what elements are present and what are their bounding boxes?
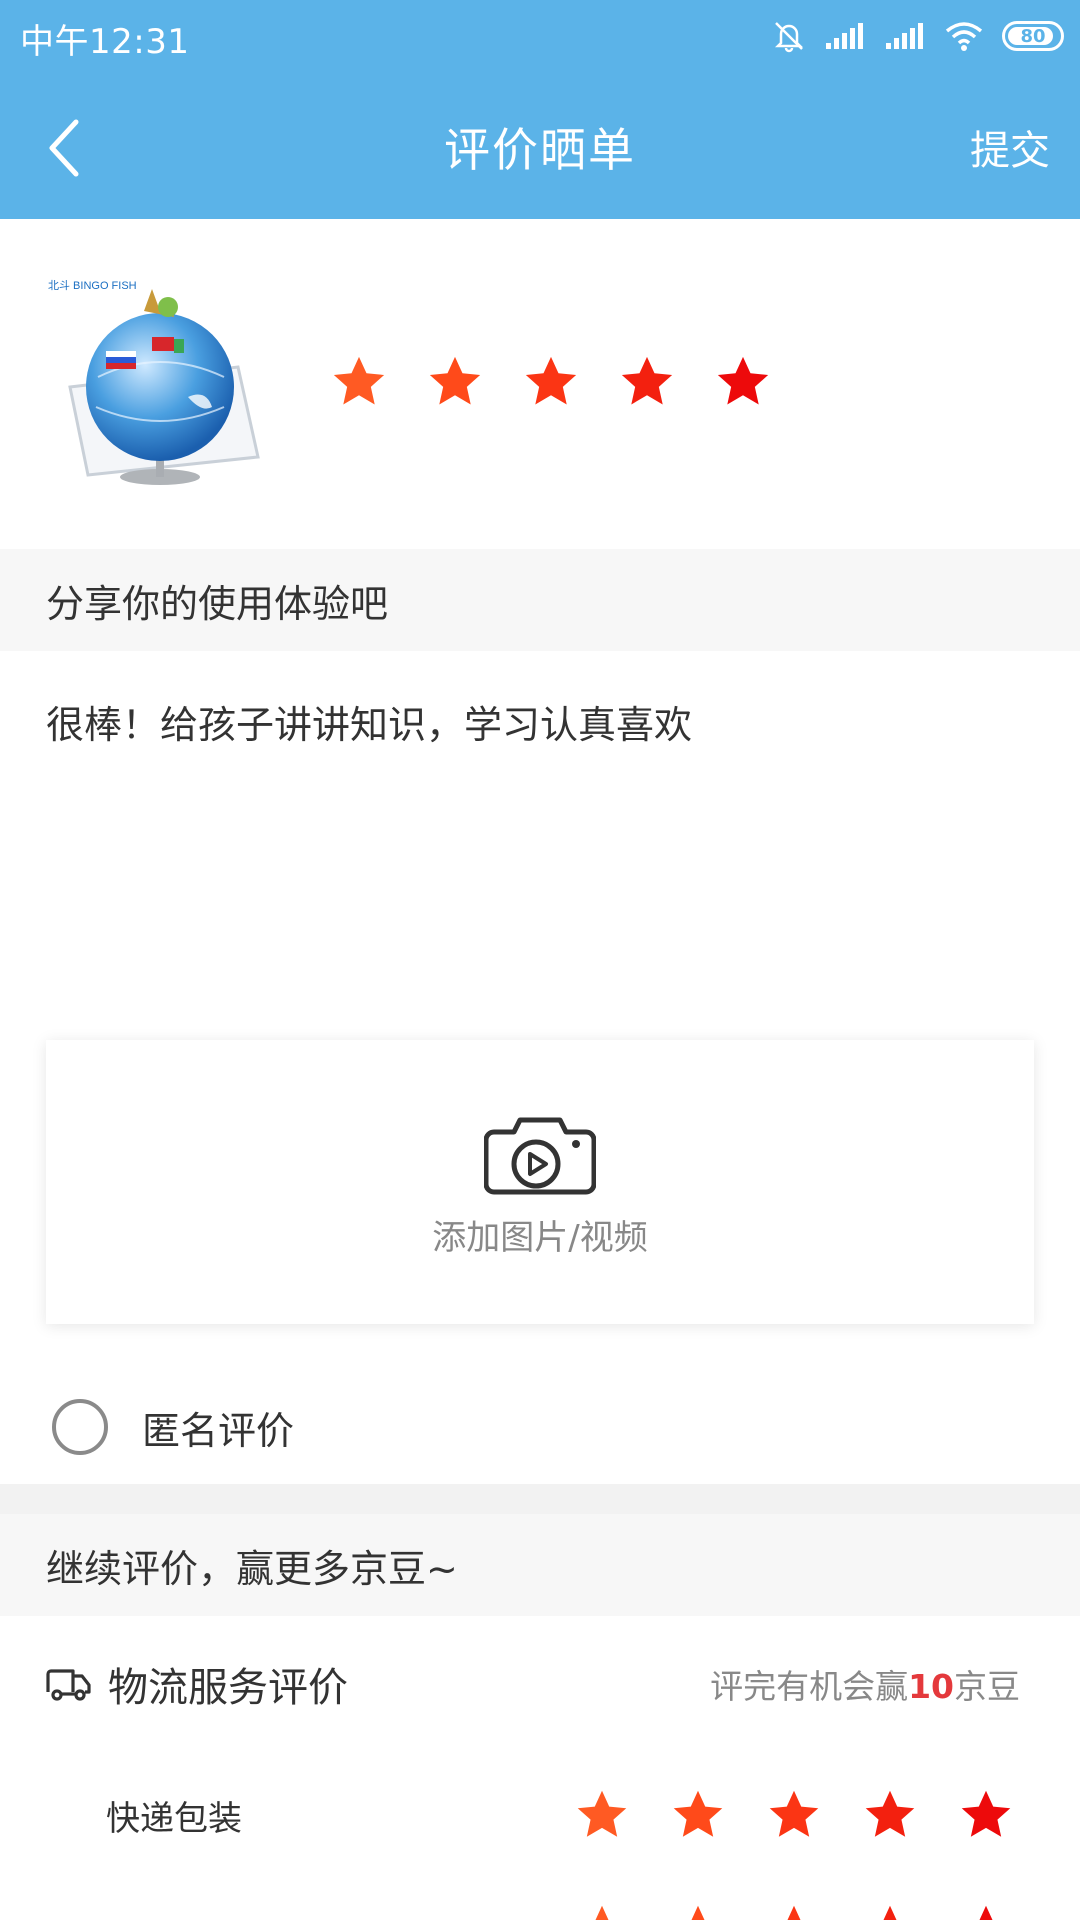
status-bar: 中午12:31 80: [0, 0, 1080, 76]
wifi-icon: [944, 20, 984, 52]
status-icons: 80: [772, 14, 1064, 58]
star-icon[interactable]: [766, 1787, 822, 1843]
star-icon[interactable]: [670, 1902, 726, 1920]
anonymous-row[interactable]: 匿名评价: [0, 1370, 1080, 1484]
star-icon[interactable]: [958, 1787, 1014, 1843]
star-icon[interactable]: [574, 1902, 630, 1920]
anonymous-radio[interactable]: [52, 1399, 108, 1455]
product-image[interactable]: 北斗 BINGO FISH: [48, 267, 272, 493]
rating-row-packaging: 快递包装: [0, 1765, 1080, 1865]
product-stars: [330, 353, 772, 411]
camera-video-icon: [484, 1117, 596, 1195]
hint-number: 10: [908, 1667, 954, 1706]
bell-muted-icon: [772, 19, 806, 53]
review-section-header: 分享你的使用体验吧: [0, 549, 1080, 651]
product-rating-section: 北斗 BINGO FISH: [0, 219, 1080, 549]
add-media-button[interactable]: 添加图片/视频: [46, 1040, 1034, 1324]
status-time: 中午12:31: [20, 22, 190, 62]
review-text-input[interactable]: 很棒！给孩子讲讲知识，学习认真喜欢: [46, 700, 1036, 750]
page-title: 评价晒单: [444, 123, 636, 177]
star-icon[interactable]: [958, 1902, 1014, 1920]
star-icon[interactable]: [862, 1902, 918, 1920]
anonymous-label: 匿名评价: [142, 1408, 295, 1453]
hint-prefix: 评完有机会赢: [710, 1667, 909, 1706]
section-divider: [0, 1484, 1080, 1514]
add-media-label: 添加图片/视频: [432, 1218, 648, 1258]
signal-icon: [884, 21, 926, 51]
star-icon[interactable]: [862, 1787, 918, 1843]
app-header: 评价晒单 提交: [0, 76, 1080, 219]
star-icon[interactable]: [574, 1787, 630, 1843]
product-logo: 北斗 BINGO FISH: [48, 279, 137, 292]
star-icon[interactable]: [670, 1787, 726, 1843]
delivery-stars: [574, 1902, 1014, 1920]
star-icon[interactable]: [618, 353, 676, 411]
submit-button[interactable]: 提交: [970, 118, 1050, 176]
more-reviews-header: 继续评价，赢更多京豆~: [0, 1514, 1080, 1616]
truck-icon: [46, 1669, 91, 1701]
star-icon[interactable]: [714, 353, 772, 411]
logistics-title: 物流服务评价: [108, 1665, 348, 1711]
rating-label: 快递包装: [106, 1798, 242, 1839]
logistics-header: 物流服务评价 评完有机会赢10京豆: [0, 1630, 1080, 1738]
star-icon[interactable]: [522, 353, 580, 411]
star-icon[interactable]: [426, 353, 484, 411]
battery-level: 80: [1020, 25, 1046, 47]
logistics-hint: 评完有机会赢10京豆: [710, 1660, 1020, 1708]
signal-icon: [824, 21, 866, 51]
packaging-stars: [574, 1787, 1014, 1843]
chevron-left-icon: [49, 119, 79, 177]
star-icon[interactable]: [766, 1902, 822, 1920]
back-button[interactable]: [34, 112, 94, 184]
hint-suffix: 京豆: [954, 1667, 1020, 1706]
rating-row-delivery: [0, 1880, 1080, 1920]
star-icon[interactable]: [330, 353, 388, 411]
battery-icon: 80: [1002, 21, 1064, 51]
